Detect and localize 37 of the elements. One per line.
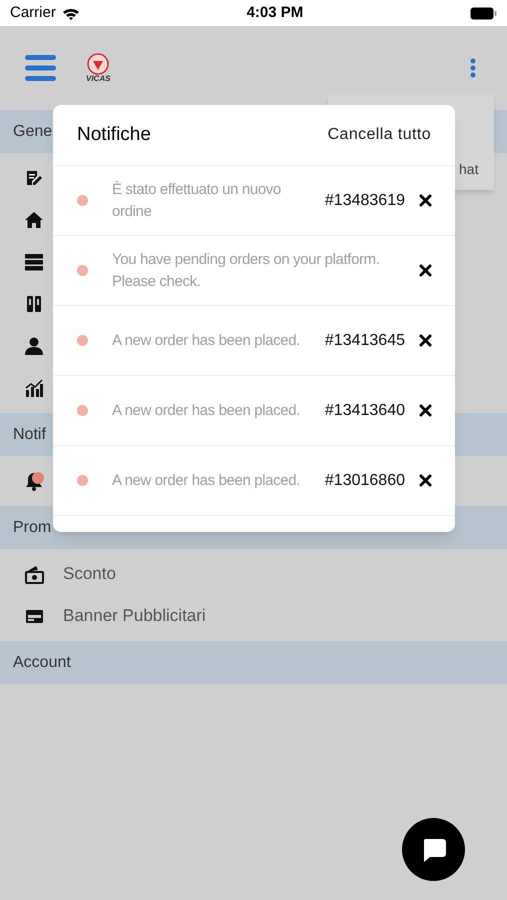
panel-title: Notifiche [77,122,151,147]
section-header: Gene [13,122,52,142]
section-header: Account [13,652,71,672]
menu-item[interactable]: Banner Pubblicitari [63,603,206,629]
notification-message: A new order has been placed. [112,470,301,490]
document-pen-icon[interactable] [25,168,44,188]
order-number: #13483619 [324,190,405,210]
close-icon[interactable] [419,474,432,487]
cash-icon[interactable] [25,564,44,584]
wifi-icon [62,6,80,20]
logo: VICAS [86,53,110,83]
close-icon[interactable] [419,264,432,277]
notification-message: È stato effettuato un nuovo ordine [112,180,282,222]
status-time: 4:03 PM [246,2,304,23]
order-number: #13413640 [324,400,405,420]
home-icon[interactable] [25,210,44,230]
notification-message: A new order has been placed. [112,400,301,420]
close-icon[interactable] [419,194,432,207]
clear-all-button[interactable]: Cancella tutto [328,123,431,147]
book-icon[interactable] [25,294,44,314]
close-icon[interactable] [419,334,432,347]
server-icon[interactable] [25,252,44,272]
notification-message: You have pending orders on your platform. Please check. [112,250,381,292]
section-header: Prom [13,518,52,538]
section-header: Notif [13,424,46,444]
order-number: #13016860 [324,470,405,490]
close-icon[interactable] [419,404,432,417]
menu-icon[interactable] [25,55,56,81]
menu-item[interactable]: hat [459,159,478,180]
battery-icon [470,6,497,20]
more-options-icon[interactable] [470,58,476,78]
bar-chart-icon[interactable] [25,378,44,398]
order-number: #13413645 [324,330,405,350]
carrier-label: Carrier [10,2,56,23]
notification-message: A new order has been placed. [112,330,301,350]
person-icon[interactable] [25,336,44,356]
menu-item[interactable]: Sconto [63,561,116,587]
